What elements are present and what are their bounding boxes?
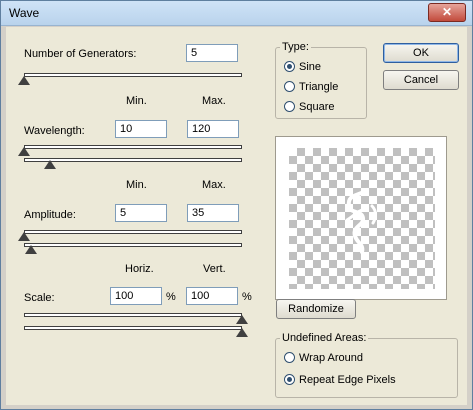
wavelength-min-slider-track[interactable] — [24, 145, 242, 149]
wave-shape-preview — [345, 188, 377, 254]
generators-input[interactable] — [186, 44, 238, 62]
scale-horiz-header: Horiz. — [125, 263, 154, 275]
amplitude-min-slider-thumb[interactable] — [18, 232, 30, 241]
scale-vert-input[interactable] — [186, 287, 238, 305]
transparency-checkerboard — [289, 148, 435, 289]
repeat-edge-pixels-label[interactable]: Repeat Edge Pixels — [299, 374, 396, 386]
wavelength-max-slider-track[interactable] — [24, 158, 242, 162]
amplitude-min-header: Min. — [126, 179, 147, 191]
ok-button[interactable]: OK — [383, 43, 459, 63]
scale-label: Scale: — [24, 292, 55, 304]
title-bar[interactable]: Wave ✕ — [1, 1, 472, 26]
amplitude-max-slider-track[interactable] — [24, 243, 242, 247]
scale-vert-header: Vert. — [203, 263, 226, 275]
wrap-around-radio[interactable] — [284, 352, 295, 363]
randomize-button[interactable]: Randomize — [276, 299, 356, 319]
amplitude-max-input[interactable] — [187, 204, 239, 222]
amplitude-min-input[interactable] — [115, 204, 167, 222]
wrap-around-label[interactable]: Wrap Around — [299, 352, 363, 364]
generators-label: Number of Generators: — [24, 48, 137, 60]
repeat-edge-pixels-radio[interactable] — [284, 374, 295, 385]
wavelength-min-slider-thumb[interactable] — [18, 147, 30, 156]
generators-slider-track[interactable] — [24, 73, 242, 77]
type-group-title: Type: — [280, 41, 311, 53]
generators-slider-thumb[interactable] — [18, 76, 30, 85]
scale-vert-slider-track[interactable] — [24, 326, 242, 330]
scale-vert-slider-thumb[interactable] — [236, 328, 248, 337]
scale-horiz-slider-thumb[interactable] — [236, 315, 248, 324]
type-sine-label[interactable]: Sine — [299, 61, 321, 73]
amplitude-label: Amplitude: — [24, 209, 76, 221]
undefined-areas-group — [275, 338, 458, 398]
wave-dialog: Wave ✕ Number of Generators: Min. Max. W… — [0, 0, 473, 410]
type-square-radio[interactable] — [284, 101, 295, 112]
close-button[interactable]: ✕ — [428, 3, 466, 22]
amplitude-min-slider-track[interactable] — [24, 230, 242, 234]
type-square-label[interactable]: Square — [299, 101, 334, 113]
scale-horiz-input[interactable] — [110, 287, 162, 305]
cancel-button[interactable]: Cancel — [383, 70, 459, 90]
amplitude-max-header: Max. — [202, 179, 226, 191]
dialog-client: Number of Generators: Min. Max. Waveleng… — [6, 27, 467, 405]
wavelength-max-input[interactable] — [187, 120, 239, 138]
wavelength-max-slider-thumb[interactable] — [44, 160, 57, 169]
wavelength-min-header: Min. — [126, 95, 147, 107]
amplitude-max-slider-thumb[interactable] — [24, 245, 37, 254]
scale-vert-percent: % — [242, 291, 252, 303]
type-triangle-radio[interactable] — [284, 81, 295, 92]
undefined-areas-title: Undefined Areas: — [280, 332, 369, 344]
scale-horiz-slider-track[interactable] — [24, 313, 242, 317]
preview-panel — [275, 136, 447, 300]
type-sine-radio[interactable] — [284, 61, 295, 72]
scale-horiz-percent: % — [166, 291, 176, 303]
wavelength-max-header: Max. — [202, 95, 226, 107]
type-triangle-label[interactable]: Triangle — [299, 81, 338, 93]
window-title: Wave — [9, 6, 40, 20]
wavelength-label: Wavelength: — [24, 125, 85, 137]
wavelength-min-input[interactable] — [115, 120, 167, 138]
